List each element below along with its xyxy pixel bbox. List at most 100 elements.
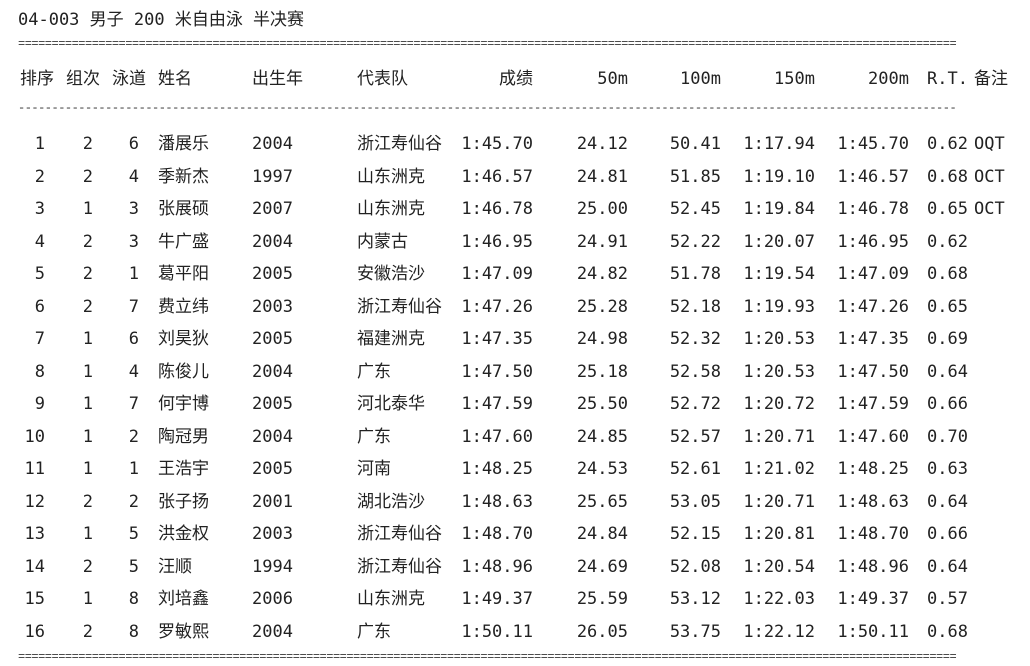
cell-s150: 1:20.72 xyxy=(743,394,815,414)
cell-name: 季新杰 xyxy=(158,166,209,187)
cell-lane: 4 xyxy=(128,361,139,382)
cell-birth: 2004 xyxy=(252,426,293,447)
cell-result: 1:47.50 xyxy=(461,361,533,382)
cell-note: OCT xyxy=(974,199,1005,219)
cell-note: OQT xyxy=(974,134,1005,154)
cell-team: 山东洲克 xyxy=(357,166,425,187)
cell-rank: 5 xyxy=(34,264,45,284)
cell-rank: 10 xyxy=(24,426,45,447)
cell-rank: 9 xyxy=(34,394,45,414)
cell-rt: 0.68 xyxy=(927,166,968,187)
cell-rt: 0.64 xyxy=(927,361,968,382)
cell-s200: 1:47.50 xyxy=(837,361,909,382)
cell-rank: 7 xyxy=(34,329,45,349)
cell-result: 1:47.35 xyxy=(461,329,533,349)
cell-lane: 3 xyxy=(128,231,139,252)
cell-s50: 24.82 xyxy=(576,264,628,284)
cell-rt: 0.62 xyxy=(927,231,968,252)
table-row: 12 2 2 张子扬 2001 湖北浩沙 1:48.63 25.65 53.05 1:20.71 1… xyxy=(0,490,1030,514)
cell-group: 2 xyxy=(82,166,93,187)
cell-result: 1:46.57 xyxy=(461,166,533,187)
header-name: 姓名 xyxy=(158,69,192,89)
cell-s200: 1:48.96 xyxy=(837,556,909,577)
cell-s150: 1:20.81 xyxy=(743,524,815,544)
header-rt: R.T. xyxy=(927,69,968,89)
table-row: 1 2 6 潘展乐 2004 浙江寿仙谷 1:45.70 24.12 50.41 1:17.94 1… xyxy=(0,132,1030,156)
cell-name: 陶冠男 xyxy=(158,426,209,447)
cell-group: 1 xyxy=(82,199,93,219)
cell-name: 何宇博 xyxy=(158,394,209,414)
cell-s150: 1:20.07 xyxy=(743,231,815,252)
cell-team: 浙江寿仙谷 xyxy=(357,556,442,577)
cell-s200: 1:50.11 xyxy=(837,621,909,642)
cell-name: 陈俊儿 xyxy=(158,361,209,382)
cell-birth: 1997 xyxy=(252,166,293,187)
cell-name: 王浩宇 xyxy=(158,459,209,479)
cell-note: OCT xyxy=(974,166,1005,187)
page-title: 04-003 男子 200 米自由泳 半决赛 xyxy=(18,10,305,30)
cell-name: 洪金权 xyxy=(158,524,209,544)
cell-rank: 15 xyxy=(24,589,45,609)
table-row: 9 1 7 何宇博 2005 河北泰华 1:47.59 25.50 52.72 1:20.72 1:… xyxy=(0,392,1030,416)
cell-s200: 1:45.70 xyxy=(837,134,909,154)
header-lane: 泳道 xyxy=(112,69,146,89)
cell-rank: 2 xyxy=(34,166,45,187)
cell-rt: 0.66 xyxy=(927,524,968,544)
cell-group: 1 xyxy=(82,524,93,544)
cell-birth: 2007 xyxy=(252,199,293,219)
cell-s200: 1:47.59 xyxy=(837,394,909,414)
header-team: 代表队 xyxy=(357,69,408,89)
cell-rank: 12 xyxy=(24,491,45,512)
cell-name: 张展硕 xyxy=(158,199,209,219)
cell-rt: 0.57 xyxy=(927,589,968,609)
cell-team: 浙江寿仙谷 xyxy=(357,134,442,154)
cell-birth: 2005 xyxy=(252,394,293,414)
cell-result: 1:46.78 xyxy=(461,199,533,219)
cell-group: 1 xyxy=(82,394,93,414)
cell-s100: 52.58 xyxy=(669,361,721,382)
cell-team: 湖北浩沙 xyxy=(357,491,425,512)
cell-lane: 3 xyxy=(128,199,139,219)
cell-group: 1 xyxy=(82,426,93,447)
header-separator: ----------------------------------------… xyxy=(18,102,957,114)
cell-birth: 2005 xyxy=(252,459,293,479)
cell-rt: 0.66 xyxy=(927,394,968,414)
cell-team: 山东洲克 xyxy=(357,199,425,219)
cell-s100: 53.05 xyxy=(669,491,721,512)
cell-lane: 6 xyxy=(128,134,139,154)
cell-s100: 52.72 xyxy=(669,394,721,414)
cell-s200: 1:49.37 xyxy=(837,589,909,609)
cell-lane: 2 xyxy=(128,491,139,512)
cell-lane: 1 xyxy=(128,459,139,479)
header-50m: 50m xyxy=(597,69,628,89)
cell-s50: 24.84 xyxy=(576,524,628,544)
cell-lane: 4 xyxy=(128,166,139,187)
cell-s150: 1:21.02 xyxy=(743,459,815,479)
cell-team: 福建洲克 xyxy=(357,329,425,349)
cell-result: 1:47.59 xyxy=(461,394,533,414)
cell-s150: 1:19.54 xyxy=(743,264,815,284)
bottom-separator: ========================================… xyxy=(18,651,957,663)
cell-s150: 1:19.84 xyxy=(743,199,815,219)
cell-result: 1:47.60 xyxy=(461,426,533,447)
cell-birth: 1994 xyxy=(252,556,293,577)
cell-s200: 1:47.60 xyxy=(837,426,909,447)
table-row: 4 2 3 牛广盛 2004 内蒙古 1:46.95 24.91 52.22 1:20.07 1:4… xyxy=(0,230,1030,254)
cell-name: 汪顺 xyxy=(158,556,192,577)
cell-result: 1:48.63 xyxy=(461,491,533,512)
cell-rank: 1 xyxy=(34,134,45,154)
header-200m: 200m xyxy=(868,69,909,89)
cell-rank: 8 xyxy=(34,361,45,382)
cell-s150: 1:19.93 xyxy=(743,296,815,317)
header-row: 排序 组次 泳道 姓名 出生年 代表队 成绩 50m 100m 150m 200… xyxy=(0,67,1030,91)
cell-result: 1:49.37 xyxy=(461,589,533,609)
table-row: 10 1 2 陶冠男 2004 广东 1:47.60 24.85 52.57 1:20.71 1:4… xyxy=(0,425,1030,449)
cell-name: 费立纬 xyxy=(158,296,209,317)
table-row: 2 2 4 季新杰 1997 山东洲克 1:46.57 24.81 51.85 1:19.10 1:… xyxy=(0,165,1030,189)
cell-s100: 52.15 xyxy=(669,524,721,544)
cell-birth: 2005 xyxy=(252,329,293,349)
cell-s150: 1:20.71 xyxy=(743,426,815,447)
cell-rank: 16 xyxy=(24,621,45,642)
header-100m: 100m xyxy=(680,69,721,89)
cell-birth: 2001 xyxy=(252,491,293,512)
